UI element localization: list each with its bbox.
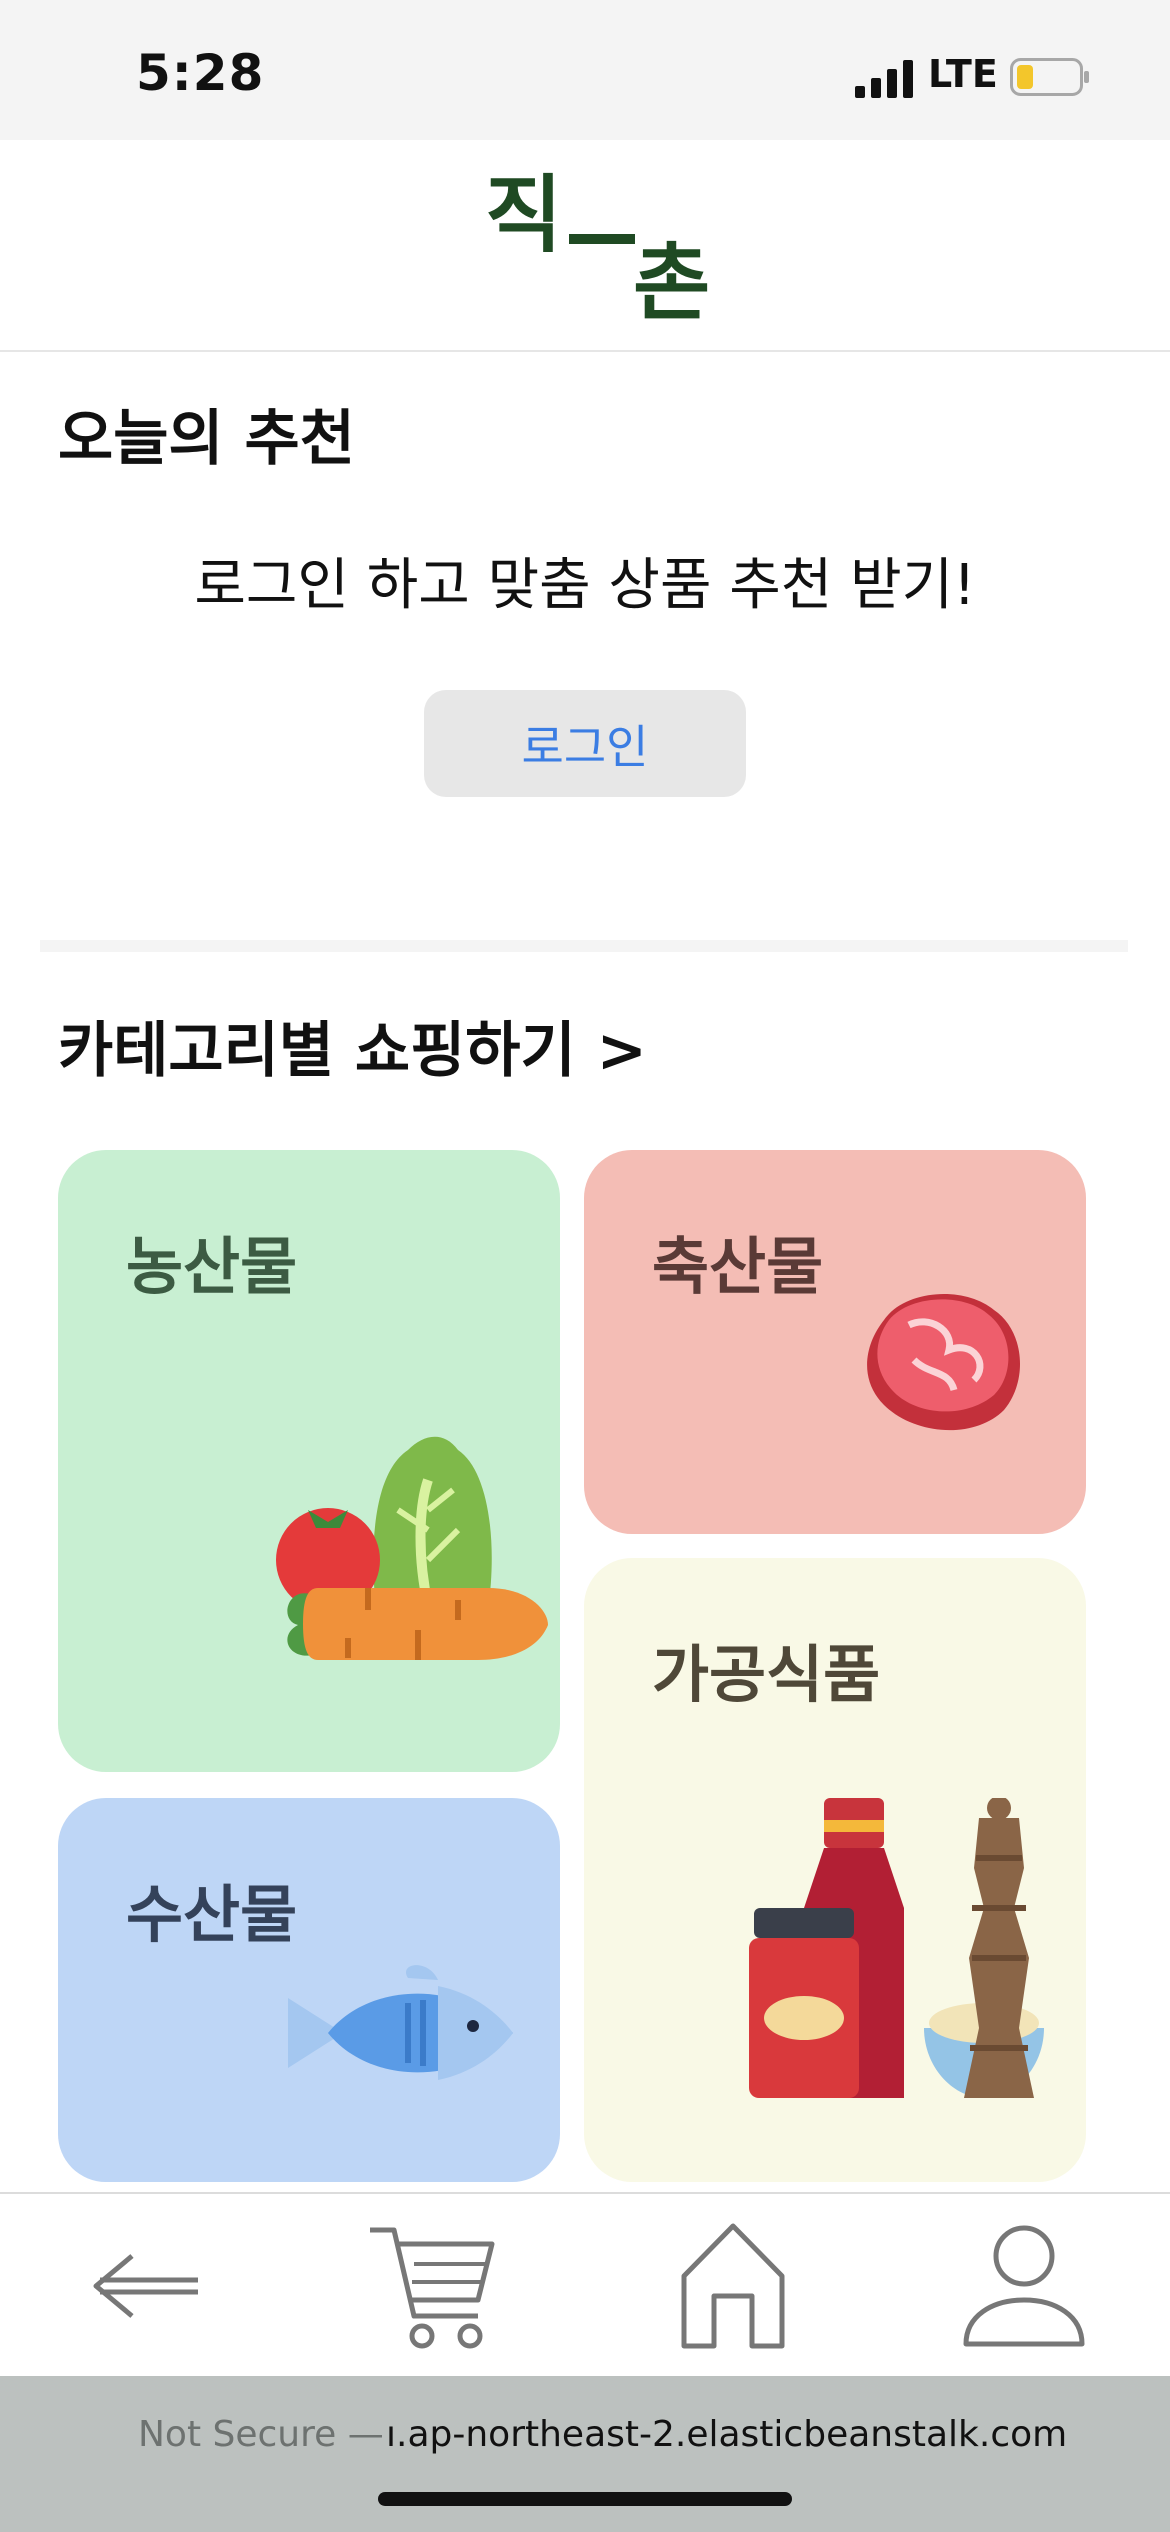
- category-label: 농산물: [126, 1230, 298, 1303]
- category-card-livestock[interactable]: 축산물: [584, 1150, 1086, 1534]
- cart-icon[interactable]: [366, 2216, 496, 2356]
- category-label: 가공식품: [652, 1638, 881, 1711]
- category-label: 축산물: [652, 1230, 824, 1303]
- home-indicator[interactable]: [378, 2492, 792, 2506]
- recommend-title: 오늘의 추천: [58, 404, 355, 474]
- category-card-seafood[interactable]: 수산물: [58, 1798, 560, 2182]
- brand-logo[interactable]: 직 촌: [485, 170, 730, 320]
- url-host-text[interactable]: ı.ap-northeast-2.elasticbeanstalk.com: [386, 2414, 1067, 2455]
- fish-icon: [288, 1965, 513, 2080]
- login-button[interactable]: 로그인: [424, 690, 746, 797]
- login-prompt-text: 로그인 하고 맞춤 상품 추천 받기!: [194, 553, 976, 618]
- network-type: LTE: [928, 52, 998, 96]
- status-bar: 5:28 LTE: [0, 0, 1170, 140]
- meat-icon: [867, 1293, 1021, 1431]
- section-divider: [40, 940, 1128, 952]
- back-arrow-icon[interactable]: [90, 2216, 202, 2356]
- processed-food-icon: [749, 1798, 1044, 2098]
- status-time: 5:28: [136, 44, 265, 102]
- app-header: 직 촌: [0, 140, 1170, 352]
- profile-icon[interactable]: [962, 2216, 1086, 2356]
- battery-icon: [1010, 58, 1089, 96]
- signal-icon: [855, 60, 913, 98]
- logo-char-top: 직: [485, 170, 562, 264]
- category-label: 수산물: [126, 1878, 298, 1951]
- not-secure-label: Not Secure —: [138, 2414, 384, 2455]
- category-card-agriculture[interactable]: 농산물: [58, 1150, 560, 1772]
- vegetables-icon: [276, 1436, 548, 1660]
- logo-char-bottom: 촌: [633, 234, 710, 320]
- category-title[interactable]: 카테고리별 쇼핑하기 >: [58, 1002, 647, 1089]
- home-icon[interactable]: [678, 2216, 788, 2356]
- category-card-processed[interactable]: 가공식품: [584, 1558, 1086, 2182]
